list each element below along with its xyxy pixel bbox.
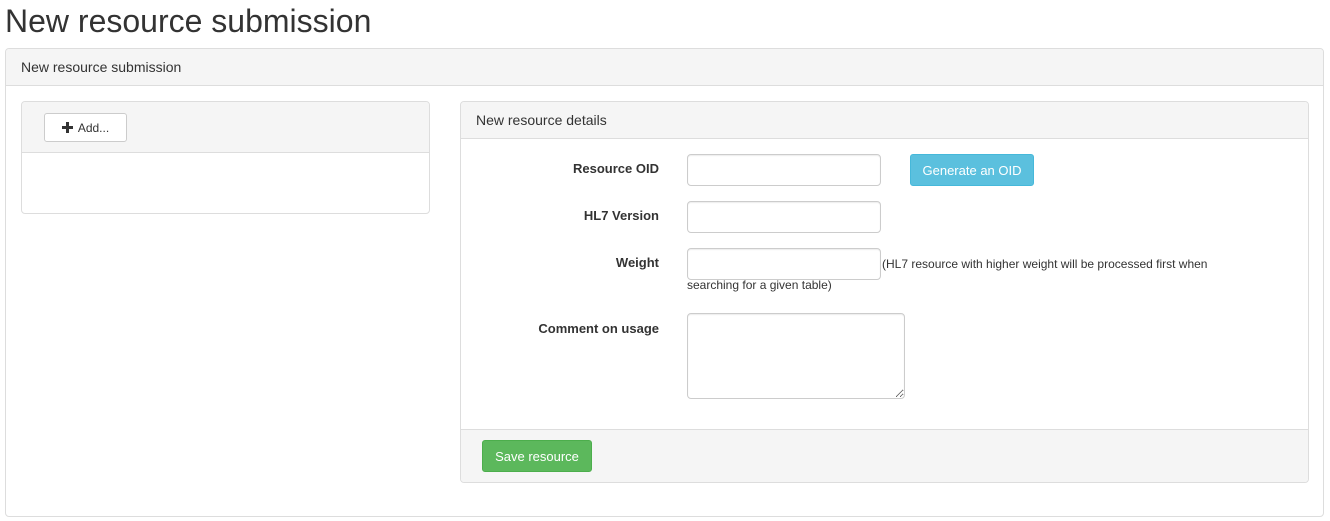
save-resource-button[interactable]: Save resource [482, 440, 592, 472]
hl7-version-input[interactable] [687, 201, 881, 233]
weight-help-text: (HL7 resource with higher weight will be… [687, 254, 1247, 296]
resource-details-panel: New resource details Resource OID Genera… [460, 101, 1309, 483]
resource-details-heading: New resource details [461, 102, 1308, 139]
generate-oid-button[interactable]: Generate an OID [910, 154, 1034, 186]
weight-help-line-2: searching for a given table) [687, 278, 832, 292]
resource-oid-label: Resource OID [573, 161, 659, 176]
submission-panel: New resource submission Add... New resou… [5, 48, 1324, 517]
weight-help-line-1: (HL7 resource with higher weight will be… [882, 257, 1208, 271]
page-title: New resource submission [5, 3, 372, 39]
hl7-version-label: HL7 Version [583, 208, 659, 223]
comment-textarea[interactable] [687, 313, 905, 399]
resource-list-toolbar: Add... [22, 102, 429, 153]
add-resource-label: Add... [77, 120, 110, 135]
resource-oid-input[interactable] [687, 154, 881, 186]
resource-details-footer: Save resource [461, 429, 1308, 482]
plus-icon [61, 122, 73, 133]
weight-label: Weight [615, 255, 659, 270]
submission-panel-heading: New resource submission [6, 49, 1323, 86]
comment-label: Comment on usage [538, 321, 659, 336]
resource-list-panel: Add... [21, 101, 430, 214]
add-resource-button[interactable]: Add... [44, 113, 127, 142]
